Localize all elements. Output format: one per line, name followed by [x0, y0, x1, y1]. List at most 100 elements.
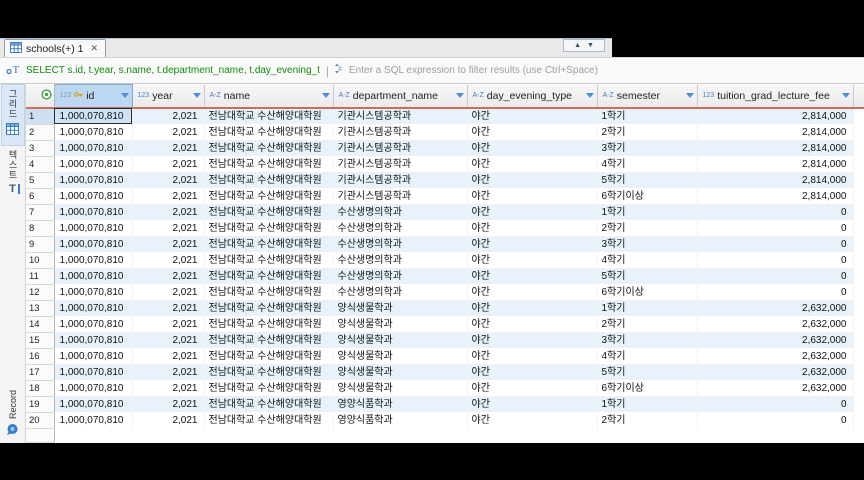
cell[interactable]: 양식생물학과 — [333, 364, 468, 380]
cell[interactable]: 0 — [697, 396, 854, 412]
cell[interactable]: 1,000,070,810 — [54, 236, 133, 252]
row-number[interactable]: 1 — [26, 107, 55, 125]
cell[interactable]: 1,000,070,810 — [54, 380, 133, 396]
cell[interactable]: 0 — [697, 204, 854, 220]
cell[interactable]: 1,000,070,810 — [54, 107, 133, 124]
filter-dropdown-icon[interactable] — [321, 93, 330, 98]
table-row[interactable]: 1 1,000,070,810 2,021 전남대학교 수산해양대학원 기관시스템공학과… — [26, 107, 864, 125]
cell[interactable]: 야간 — [467, 316, 598, 332]
close-icon[interactable]: ✕ — [90, 43, 98, 54]
table-row[interactable]: 14 1,000,070,810 2,021 전남대학교 수산해양대학원 양식생물학과 야… — [26, 316, 864, 333]
tab-text-presentation[interactable]: 텍스트 T — [1, 146, 25, 200]
cell[interactable]: 0 — [697, 236, 854, 252]
row-number[interactable]: 12 — [26, 284, 55, 301]
filter-dropdown-icon[interactable] — [120, 93, 129, 99]
cell[interactable]: 1,000,070,810 — [54, 172, 133, 188]
filter-dropdown-icon[interactable] — [455, 93, 464, 98]
cell[interactable]: 수산생명의학과 — [333, 252, 468, 268]
cell[interactable]: 전남대학교 수산해양대학원 — [204, 380, 334, 396]
cell[interactable]: 전남대학교 수산해양대학원 — [204, 124, 334, 140]
table-row[interactable]: 3 1,000,070,810 2,021 전남대학교 수산해양대학원 기관시스템공학과… — [26, 140, 864, 157]
cell[interactable]: 야간 — [467, 156, 598, 172]
cell[interactable]: 기관시스템공학과 — [333, 140, 468, 156]
cell[interactable]: 0 — [697, 252, 854, 268]
table-row[interactable]: 11 1,000,070,810 2,021 전남대학교 수산해양대학원 수산생명의학과… — [26, 268, 864, 285]
cell[interactable]: 기관시스템공학과 — [333, 172, 468, 188]
filter-dropdown-icon[interactable] — [192, 93, 201, 98]
cell[interactable]: 2,814,000 — [697, 188, 854, 204]
cell[interactable]: 전남대학교 수산해양대학원 — [204, 172, 334, 188]
row-number[interactable]: 5 — [26, 172, 55, 189]
cell[interactable]: 야간 — [467, 364, 598, 380]
cell[interactable]: 2,021 — [132, 252, 205, 268]
row-number[interactable]: 11 — [26, 268, 55, 285]
cell[interactable]: 기관시스템공학과 — [333, 156, 468, 172]
cell[interactable]: 0 — [697, 284, 854, 300]
filter-dropdown-icon[interactable] — [841, 93, 850, 98]
column-header-semester[interactable]: A-Z semester — [597, 84, 698, 109]
cell[interactable]: 수산생명의학과 — [333, 284, 468, 300]
cell[interactable]: 0 — [697, 220, 854, 236]
cell[interactable]: 1,000,070,810 — [54, 348, 133, 364]
cell[interactable]: 2,021 — [132, 220, 205, 236]
cell[interactable]: 1,000,070,810 — [54, 316, 133, 332]
cell[interactable]: 2,021 — [132, 268, 205, 284]
table-row[interactable]: 16 1,000,070,810 2,021 전남대학교 수산해양대학원 양식생물학과 야… — [26, 348, 864, 365]
table-row[interactable]: 17 1,000,070,810 2,021 전남대학교 수산해양대학원 양식생물학과 야… — [26, 364, 864, 381]
restore-icon[interactable]: ▼ — [587, 42, 594, 49]
cell[interactable]: 3학기 — [597, 332, 698, 348]
cell[interactable]: 5학기 — [597, 268, 698, 284]
cell[interactable]: 야간 — [467, 348, 598, 364]
cell[interactable]: 기관시스템공학과 — [333, 107, 468, 124]
cell[interactable]: 2,814,000 — [697, 140, 854, 156]
table-row[interactable]: 5 1,000,070,810 2,021 전남대학교 수산해양대학원 기관시스템공학과… — [26, 172, 864, 189]
cell[interactable]: 1학기 — [597, 204, 698, 220]
row-number[interactable]: 2 — [26, 124, 55, 141]
cell[interactable]: 수산생명의학과 — [333, 220, 468, 236]
cell[interactable]: 양식생물학과 — [333, 300, 468, 316]
cell[interactable]: 5학기 — [597, 172, 698, 188]
cell[interactable]: 야간 — [467, 220, 598, 236]
cell[interactable]: 야간 — [467, 268, 598, 284]
cell[interactable]: 1,000,070,810 — [54, 220, 133, 236]
cell[interactable]: 야간 — [467, 107, 598, 124]
cell[interactable]: 1,000,070,810 — [54, 284, 133, 300]
cell[interactable]: 2학기 — [597, 124, 698, 140]
cell[interactable]: 전남대학교 수산해양대학원 — [204, 107, 334, 124]
row-number[interactable]: 8 — [26, 220, 55, 237]
cell[interactable]: 전남대학교 수산해양대학원 — [204, 396, 334, 412]
cell[interactable]: 2,021 — [132, 380, 205, 396]
table-row[interactable]: 6 1,000,070,810 2,021 전남대학교 수산해양대학원 기관시스템공학과… — [26, 188, 864, 205]
column-header-year[interactable]: 123 year — [132, 84, 205, 109]
cell[interactable]: 야간 — [467, 284, 598, 300]
cell[interactable]: 전남대학교 수산해양대학원 — [204, 220, 334, 236]
cell[interactable]: 양식생물학과 — [333, 316, 468, 332]
cell[interactable]: 야간 — [467, 188, 598, 204]
cell[interactable]: 2,814,000 — [697, 107, 854, 124]
cell[interactable]: 3학기 — [597, 140, 698, 156]
row-number[interactable]: 18 — [26, 380, 55, 397]
cell[interactable]: 야간 — [467, 252, 598, 268]
column-header-tuition_grad_lecture_fee[interactable]: 123 tuition_grad_lecture_fee — [697, 84, 854, 109]
cell[interactable]: 3학기 — [597, 236, 698, 252]
cell[interactable]: 전남대학교 수산해양대학원 — [204, 252, 334, 268]
tab-schools[interactable]: schools(+) 1 ✕ — [4, 39, 107, 57]
table-row[interactable]: 12 1,000,070,810 2,021 전남대학교 수산해양대학원 수산생명의학과… — [26, 284, 864, 301]
cell[interactable]: 야간 — [467, 140, 598, 156]
cell[interactable]: 기관시스템공학과 — [333, 124, 468, 140]
cell[interactable]: 야간 — [467, 300, 598, 316]
table-row[interactable]: 13 1,000,070,810 2,021 전남대학교 수산해양대학원 양식생물학과 야… — [26, 300, 864, 317]
cell[interactable]: 기관시스템공학과 — [333, 188, 468, 204]
cell[interactable]: 2,021 — [132, 172, 205, 188]
cell[interactable]: 1학기 — [597, 300, 698, 316]
table-row[interactable]: 15 1,000,070,810 2,021 전남대학교 수산해양대학원 양식생물학과 야… — [26, 332, 864, 349]
cell[interactable]: 1,000,070,810 — [54, 188, 133, 204]
row-number[interactable]: 7 — [26, 204, 55, 221]
cell[interactable]: 전남대학교 수산해양대학원 — [204, 348, 334, 364]
cell[interactable]: 야간 — [467, 204, 598, 220]
cell[interactable]: 2,021 — [132, 412, 205, 428]
cell[interactable]: 야간 — [467, 332, 598, 348]
cell[interactable]: 1,000,070,810 — [54, 204, 133, 220]
table-row[interactable]: 20 1,000,070,810 2,021 전남대학교 수산해양대학원 영양식품학과 야… — [26, 412, 864, 429]
row-number[interactable]: 10 — [26, 252, 55, 269]
